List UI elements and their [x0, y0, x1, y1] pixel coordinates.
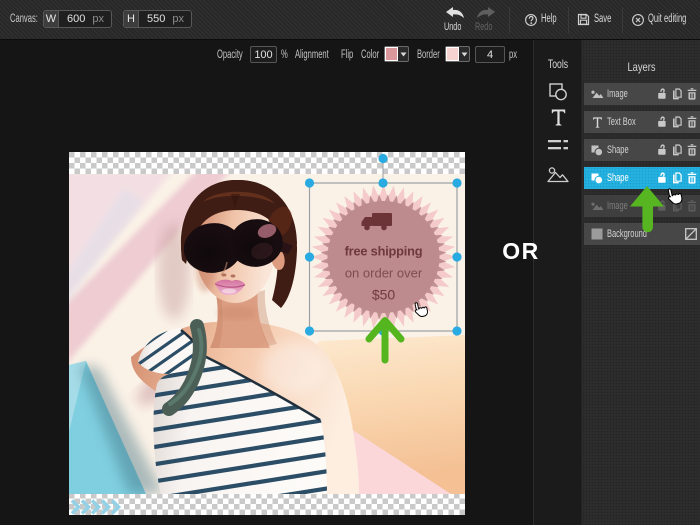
- svg-text:on order over: on order over: [345, 266, 423, 281]
- svg-text:$50: $50: [372, 287, 396, 303]
- svg-text:free shipping: free shipping: [345, 244, 423, 259]
